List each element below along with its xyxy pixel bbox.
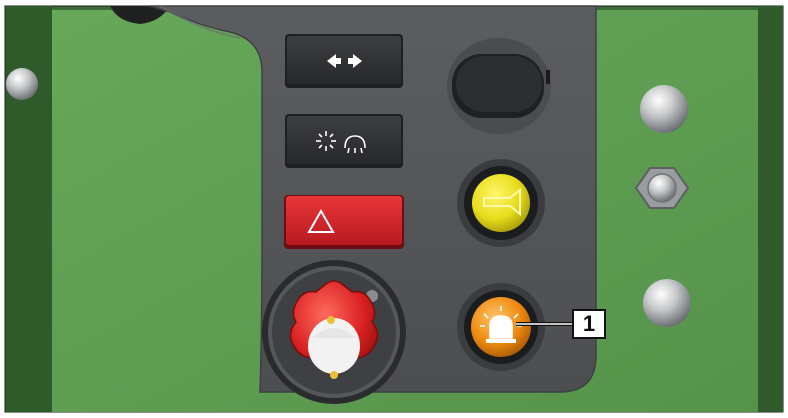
hazard-warning-button[interactable] — [284, 195, 404, 249]
left-bolt — [6, 68, 38, 100]
callout-label: 1 — [572, 309, 606, 339]
left-side-strip — [6, 6, 52, 412]
right-bolt-top — [640, 85, 688, 133]
direction-indicator-button[interactable] — [285, 34, 403, 88]
socket-cover-cap[interactable] — [447, 38, 551, 134]
right-bolt-bottom — [643, 279, 691, 327]
control-panel-illustration — [0, 0, 788, 418]
beacon-switch[interactable] — [457, 283, 545, 371]
battery-isolator-switch[interactable] — [262, 260, 406, 404]
right-side-strip — [758, 6, 783, 412]
work-light-button[interactable] — [285, 114, 403, 168]
horn-button[interactable] — [457, 159, 545, 247]
